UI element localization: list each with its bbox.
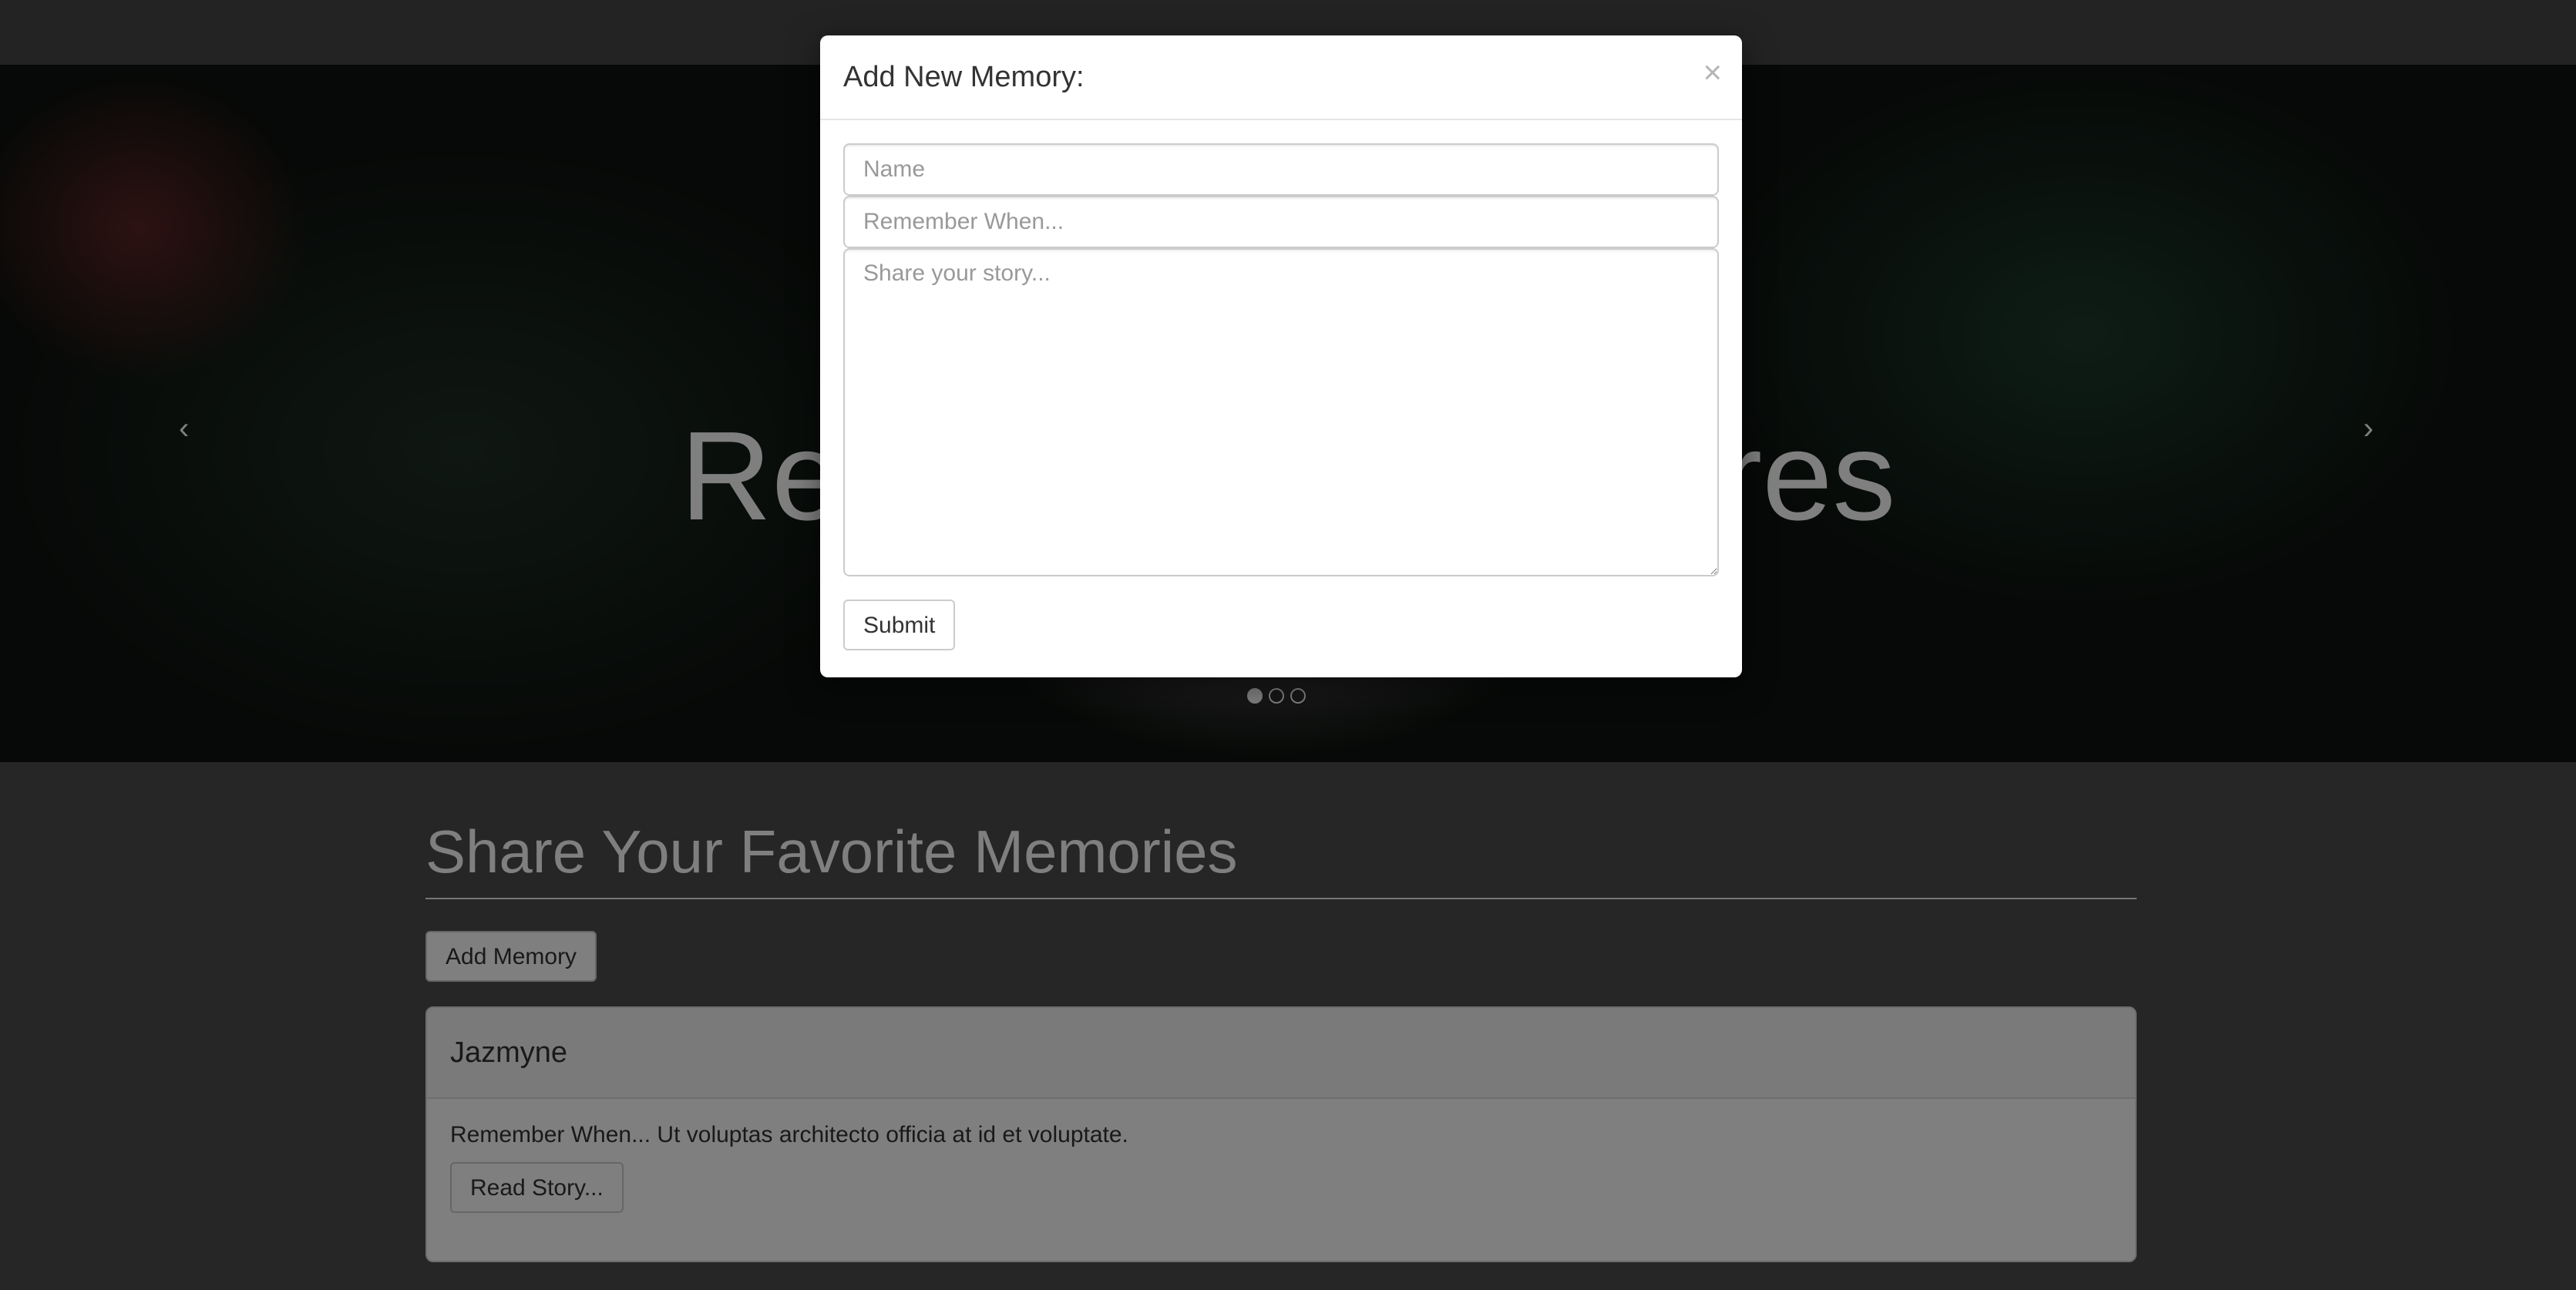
modal-header: Add New Memory: × [820, 35, 1742, 120]
submit-button[interactable]: Submit [843, 600, 956, 650]
modal-body: Submit [820, 120, 1742, 650]
story-textarea[interactable] [843, 248, 1719, 576]
close-icon[interactable]: × [1703, 55, 1722, 89]
name-input[interactable] [843, 143, 1719, 196]
remember-when-input[interactable] [843, 196, 1719, 248]
add-memory-modal: Add New Memory: × Submit [820, 35, 1742, 677]
modal-title: Add New Memory: [843, 61, 1085, 93]
